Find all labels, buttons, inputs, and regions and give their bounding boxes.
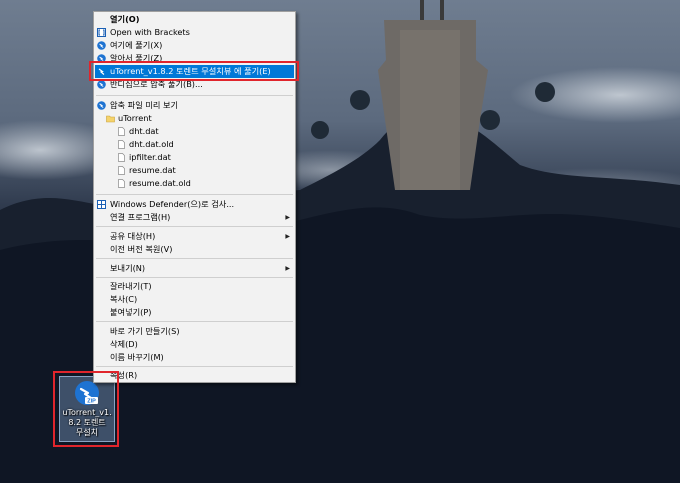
menu-item-label: 연결 프로그램(H) xyxy=(110,212,171,222)
menu-item-label: 이름 바꾸기(M) xyxy=(110,352,164,362)
bandizip-icon xyxy=(97,54,106,63)
menu-item-label: resume.dat.old xyxy=(129,178,191,188)
menu-item-label: uTorrent xyxy=(118,113,152,123)
menu-item-label: resume.dat xyxy=(129,165,176,175)
menu-item-extract-with-bandizip[interactable]: 반디집으로 압축 풀기(B)... xyxy=(94,78,295,91)
menu-item-label: 붙여넣기(P) xyxy=(110,307,152,317)
file-icon xyxy=(118,179,125,188)
menu-item-label: 열기(O) xyxy=(110,14,140,24)
menu-item-smart-extract[interactable]: 알아서 풀기(Z) xyxy=(94,52,295,65)
menu-item-label: 속성(R) xyxy=(110,370,138,380)
menu-item-preview-archive[interactable]: 압축 파일 미리 보기 xyxy=(94,99,295,112)
menu-item-label: dht.dat.old xyxy=(129,139,174,149)
brackets-icon xyxy=(97,28,106,37)
menu-item-label: 공유 대상(H) xyxy=(110,231,156,241)
menu-item-send-to[interactable]: 보내기(N) ▶ xyxy=(94,262,295,275)
menu-item-archive-file[interactable]: resume.dat.old xyxy=(94,177,295,190)
menu-item-delete[interactable]: 삭제(D) xyxy=(94,338,295,351)
bandizip-icon xyxy=(97,41,106,50)
menu-separator xyxy=(96,194,293,195)
menu-item-label: Windows Defender(으)로 검사... xyxy=(110,199,235,209)
menu-item-label: 삭제(D) xyxy=(110,339,138,349)
desktop[interactable]: ZIP uTorrent_v1. 8.2 토렌트 무설치 열기(O) Open … xyxy=(0,0,680,483)
zip-badge-text: ZIP xyxy=(87,399,96,405)
folder-icon xyxy=(106,115,115,123)
menu-item-label: 잘라내기(T) xyxy=(110,281,152,291)
menu-item-archive-file[interactable]: dht.dat xyxy=(94,125,295,138)
menu-item-cut[interactable]: 잘라내기(T) xyxy=(94,280,295,293)
file-icon xyxy=(118,127,125,136)
menu-item-label: 반디집으로 압축 풀기(B)... xyxy=(110,79,203,89)
bandizip-icon xyxy=(97,80,106,89)
menu-item-archive-folder-utorrent[interactable]: uTorrent xyxy=(94,112,295,125)
menu-item-label: dht.dat xyxy=(129,126,159,136)
menu-item-label: 압축 파일 미리 보기 xyxy=(110,100,179,110)
menu-item-archive-file[interactable]: ipfilter.dat xyxy=(94,151,295,164)
menu-item-label: 알아서 풀기(Z) xyxy=(110,53,163,63)
menu-item-restore-previous-versions[interactable]: 이전 버전 복원(V) xyxy=(94,243,295,256)
desktop-icon-label: uTorrent_v1. 8.2 토렌트 무설치 xyxy=(60,408,114,438)
menu-item-open-with-brackets[interactable]: Open with Brackets xyxy=(94,26,295,39)
menu-item-label: 여기에 풀기(X) xyxy=(110,40,163,50)
bandizip-icon xyxy=(97,101,106,110)
menu-separator xyxy=(96,277,293,278)
defender-icon xyxy=(97,200,106,209)
menu-item-paste[interactable]: 붙여넣기(P) xyxy=(94,306,295,319)
menu-separator xyxy=(96,366,293,367)
menu-item-label: 이전 버전 복원(V) xyxy=(110,244,173,254)
menu-separator xyxy=(96,95,293,96)
menu-item-label: 보내기(N) xyxy=(110,263,146,273)
menu-item-label: 복사(C) xyxy=(110,294,138,304)
menu-item-rename[interactable]: 이름 바꾸기(M) xyxy=(94,351,295,364)
menu-item-label: ipfilter.dat xyxy=(129,152,171,162)
bandizip-icon xyxy=(98,68,105,75)
menu-item-open-with[interactable]: 연결 프로그램(H) ▶ xyxy=(94,211,295,224)
menu-item-windows-defender-scan[interactable]: Windows Defender(으)로 검사... xyxy=(94,198,295,211)
submenu-arrow-icon: ▶ xyxy=(285,265,290,272)
submenu-arrow-icon: ▶ xyxy=(285,214,290,221)
menu-item-create-shortcut[interactable]: 바로 가기 만들기(S) xyxy=(94,325,295,338)
file-icon xyxy=(118,166,125,175)
menu-item-share-with[interactable]: 공유 대상(H) ▶ xyxy=(94,230,295,243)
desktop-icon-label-line: 8.2 토렌트 xyxy=(68,418,106,427)
menu-item-label: Open with Brackets xyxy=(110,27,190,37)
file-icon xyxy=(118,153,125,162)
desktop-icon-label-line: uTorrent_v1. xyxy=(62,408,112,417)
submenu-arrow-icon: ▶ xyxy=(285,233,290,240)
zip-archive-icon: ZIP xyxy=(75,381,99,405)
menu-separator xyxy=(96,321,293,322)
file-icon xyxy=(118,140,125,149)
menu-separator xyxy=(96,226,293,227)
context-menu: 열기(O) Open with Brackets 여기에 풀기(X) 알아서 풀… xyxy=(93,11,296,383)
menu-item-label: 바로 가기 만들기(S) xyxy=(110,326,180,336)
menu-item-archive-file[interactable]: resume.dat xyxy=(94,164,295,177)
menu-item-archive-file[interactable]: dht.dat.old xyxy=(94,138,295,151)
desktop-icon-label-line: 무설치 xyxy=(75,428,99,437)
menu-item-copy[interactable]: 복사(C) xyxy=(94,293,295,306)
menu-item-open[interactable]: 열기(O) xyxy=(94,13,295,26)
menu-item-extract-here[interactable]: 여기에 풀기(X) xyxy=(94,39,295,52)
menu-item-extract-to-folder[interactable]: uTorrent_v1.8.2 토렌트 무설치뷰 에 풀기(E) xyxy=(95,65,294,78)
menu-item-label: uTorrent_v1.8.2 토렌트 무설치뷰 에 풀기(E) xyxy=(110,66,271,76)
menu-separator xyxy=(96,258,293,259)
menu-item-properties[interactable]: 속성(R) xyxy=(94,369,295,382)
desktop-zip-file-icon[interactable]: ZIP uTorrent_v1. 8.2 토렌트 무설치 xyxy=(59,376,115,442)
